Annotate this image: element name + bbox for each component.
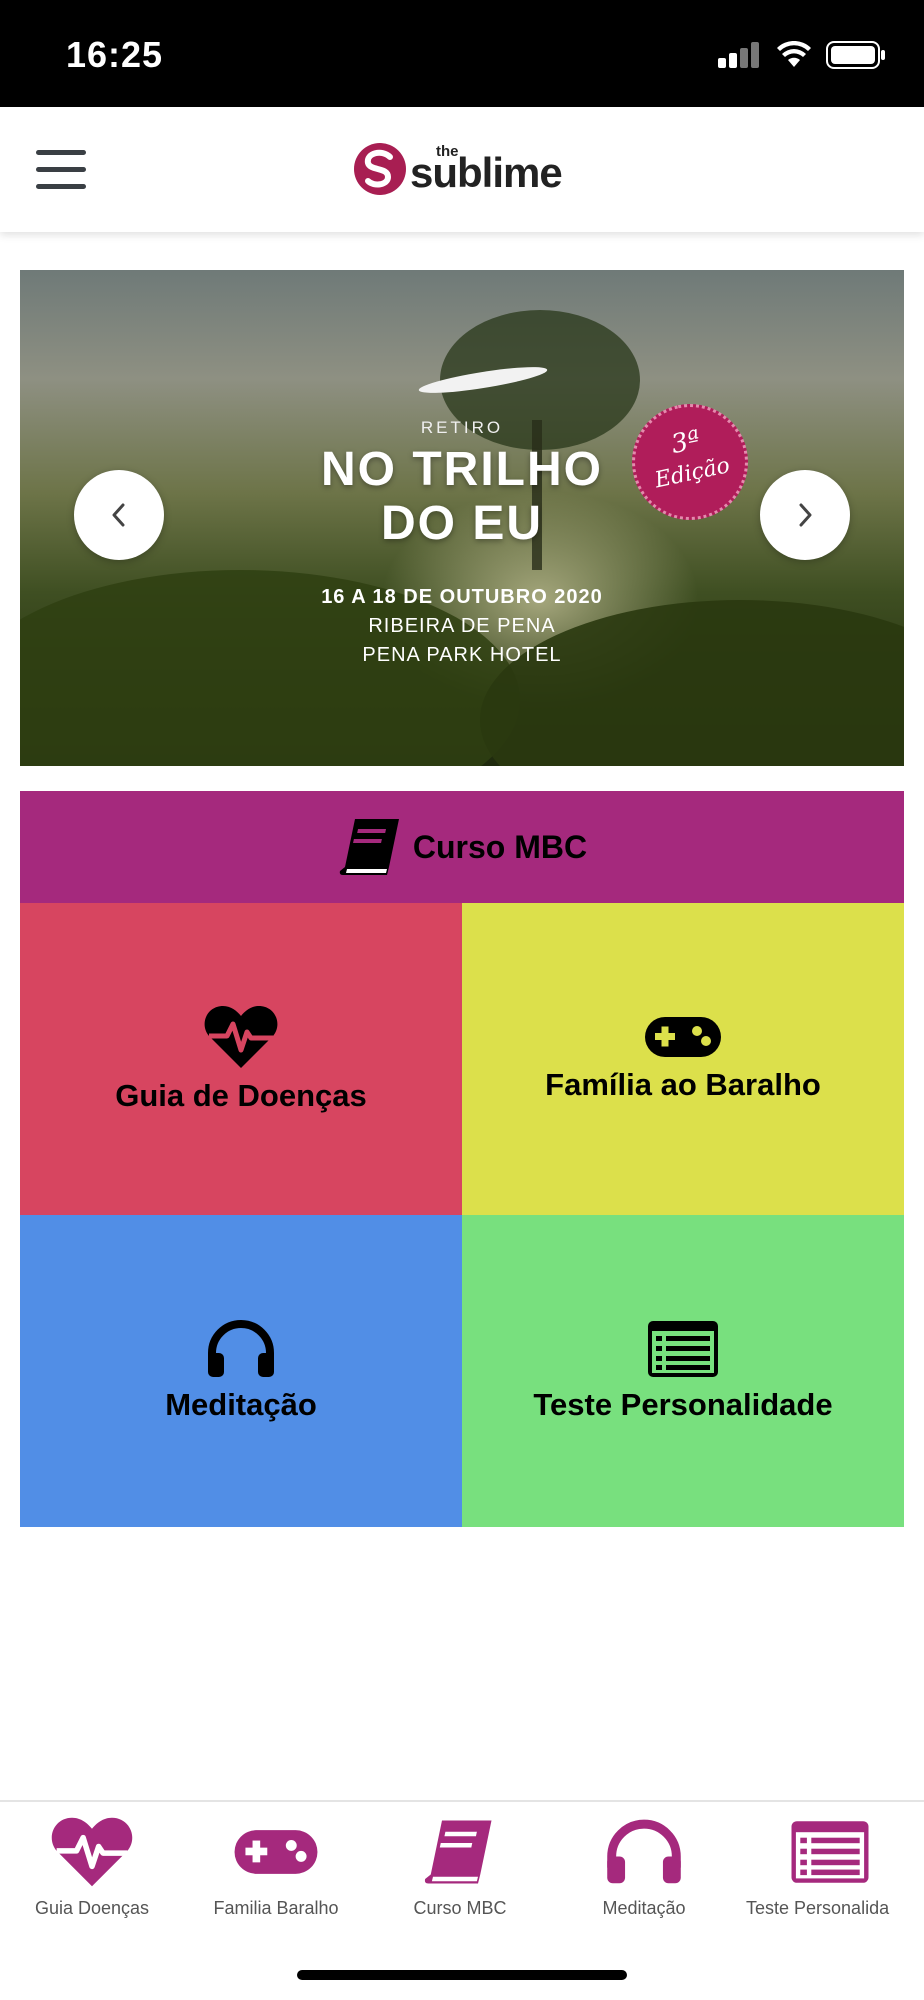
gamepad-icon — [234, 1830, 318, 1874]
tile-meditacao[interactable]: Meditação — [20, 1215, 462, 1527]
course-mbc-button[interactable]: Curso MBC — [20, 791, 904, 903]
tile-label: Família ao Baralho — [545, 1067, 821, 1102]
list-alt-icon — [791, 1821, 869, 1883]
status-bar: 16:25 — [0, 0, 924, 107]
gamepad-icon — [645, 1017, 721, 1057]
tile-label: Teste Personalidade — [533, 1387, 833, 1422]
tab-icon-wrap — [0, 1812, 184, 1892]
chevron-left-icon — [112, 503, 125, 527]
banner-retiro: RETIRO — [420, 418, 504, 437]
tab-icon-wrap — [368, 1812, 552, 1892]
carousel-prev-button[interactable] — [74, 470, 164, 560]
menu-bar — [36, 184, 86, 189]
sublime-logo-mark — [354, 143, 406, 195]
tab-label: Guia Doenças — [34, 1898, 150, 1918]
heart-pulse-icon — [204, 1006, 278, 1068]
app-header: the sublime — [0, 107, 924, 232]
tab-familia-baralho[interactable]: Familia Baralho — [184, 1802, 368, 1922]
headphones-icon — [607, 1819, 681, 1884]
banner-hotel: PENA PARK HOTEL — [362, 644, 562, 666]
tab-label: Teste Personalida — [746, 1898, 890, 1918]
home-indicator[interactable] — [297, 1970, 627, 1980]
tab-label: Meditação — [602, 1898, 686, 1918]
tab-curso-mbc[interactable]: Curso MBC — [368, 1802, 552, 1922]
menu-button[interactable] — [32, 147, 90, 193]
tab-teste-personalidade[interactable]: Teste Personalida — [736, 1802, 924, 1922]
carousel-next-button[interactable] — [760, 470, 850, 560]
tab-label: Curso MBC — [413, 1898, 507, 1918]
chevron-right-icon — [799, 503, 812, 527]
app-screen: 16:25 the sublime RETIRO NO TRILHO DO EU… — [0, 0, 924, 2000]
tile-label: Meditação — [165, 1387, 317, 1422]
heart-pulse-icon — [51, 1817, 133, 1887]
headphones-icon — [208, 1320, 274, 1377]
tab-meditacao[interactable]: Meditação — [552, 1802, 736, 1922]
status-time: 16:25 — [66, 34, 164, 75]
list-alt-icon — [648, 1321, 718, 1377]
tab-icon-wrap — [736, 1812, 924, 1892]
tab-guia-doencas[interactable]: Guia Doenças — [0, 1802, 184, 1922]
tile-teste-personalidade[interactable]: Teste Personalidade — [462, 1215, 904, 1527]
tile-label: Guia de Doenças — [115, 1078, 367, 1113]
menu-bar — [36, 167, 86, 172]
logo: the sublime — [352, 135, 582, 199]
course-mbc-label: Curso MBC — [412, 828, 588, 865]
battery-icon — [826, 41, 885, 69]
tab-icon-wrap — [552, 1812, 736, 1892]
wifi-icon — [777, 41, 811, 67]
tile-familia-baralho[interactable]: Família ao Baralho — [462, 903, 904, 1215]
promo-banner[interactable]: RETIRO NO TRILHO DO EU 3ª Edição 16 A 18… — [20, 270, 904, 766]
tab-label: Familia Baralho — [213, 1898, 339, 1918]
tab-icon-wrap — [184, 1812, 368, 1892]
book-icon — [424, 1820, 492, 1884]
tile-guia-doencas[interactable]: Guia de Doenças — [20, 903, 462, 1215]
status-icons — [718, 40, 886, 70]
banner-place: RIBEIRA DE PENA — [368, 615, 556, 637]
banner-dates: 16 A 18 DE OUTUBRO 2020 — [321, 586, 603, 608]
book-icon — [339, 819, 399, 875]
menu-bar — [36, 150, 86, 155]
signal-icon — [718, 42, 759, 68]
logo-wordmark: sublime — [410, 149, 563, 196]
